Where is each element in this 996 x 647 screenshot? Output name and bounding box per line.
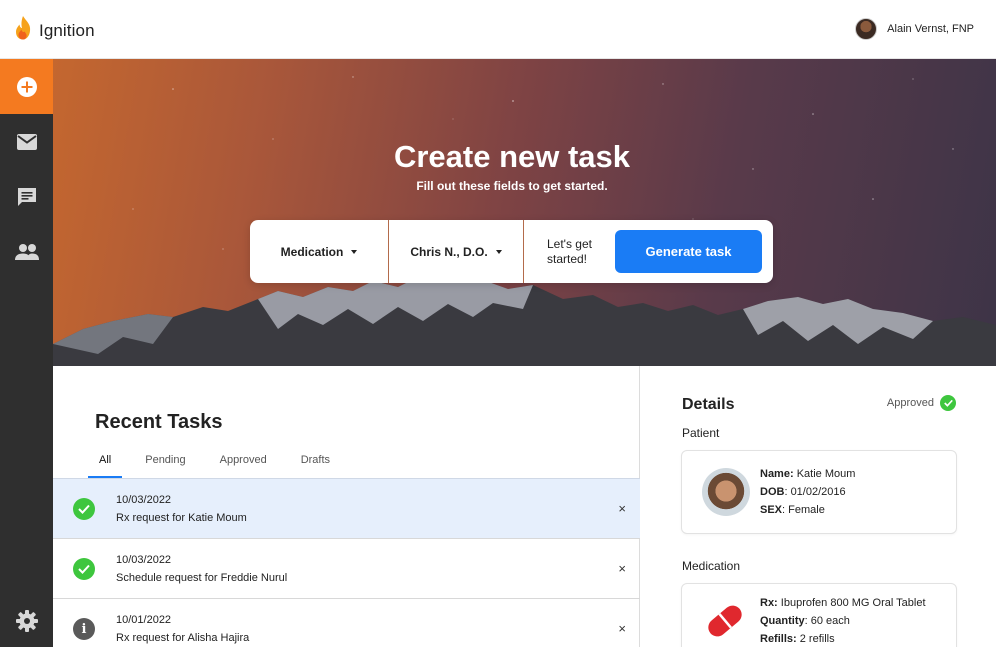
sidebar-item-messages[interactable] xyxy=(0,169,53,224)
flame-icon xyxy=(13,15,33,46)
task-description: Schedule request for Freddie Nurul xyxy=(116,572,288,584)
sidebar-item-people[interactable] xyxy=(0,224,53,279)
provider-value: Chris N., D.O. xyxy=(410,244,488,259)
task-date: 10/03/2022 xyxy=(116,554,172,566)
hero-banner: Create new task Fill out these fields to… xyxy=(53,59,996,366)
app-name: Ignition xyxy=(39,20,95,40)
check-icon xyxy=(73,558,95,580)
patient-card[interactable]: Name: Katie Moum DOB: 01/02/2016 SEX: Fe… xyxy=(681,450,957,534)
sidebar-item-create[interactable] xyxy=(0,59,53,114)
hero-background-image xyxy=(53,76,996,366)
tab-all[interactable]: All xyxy=(88,452,123,478)
chevron-down-icon xyxy=(351,249,358,254)
mail-icon xyxy=(16,133,37,150)
recent-tasks-panel: Recent Tasks All Pending Approved Drafts… xyxy=(53,366,640,647)
table-row[interactable]: 10/03/2022 Rx request for Katie Moum × xyxy=(53,479,640,539)
task-type-select[interactable]: Medication xyxy=(250,220,389,283)
table-row[interactable]: 10/03/2022 Schedule request for Freddie … xyxy=(53,539,640,599)
create-task-bar: Medication Chris N., D.O. Let's get star… xyxy=(250,220,773,283)
logo[interactable]: Ignition xyxy=(13,15,95,46)
chat-icon xyxy=(17,187,36,206)
details-panel: Details Approved Patient Name: Katie Mou… xyxy=(641,366,996,647)
hero-subtitle: Fill out these fields to get started. xyxy=(416,179,608,193)
close-icon[interactable]: × xyxy=(618,501,626,516)
sidebar-item-settings[interactable] xyxy=(0,609,53,633)
generate-task-button[interactable]: Generate task xyxy=(615,230,762,273)
patient-label: Patient xyxy=(682,426,720,440)
add-icon xyxy=(16,76,37,97)
tab-approved[interactable]: Approved xyxy=(209,452,278,478)
check-icon xyxy=(73,498,95,520)
info-icon: i xyxy=(73,618,95,640)
pill-icon xyxy=(702,598,748,647)
patient-name: Name: Katie Moum xyxy=(760,468,856,480)
people-icon xyxy=(14,243,39,260)
patient-sex: SEX: Female xyxy=(760,504,825,516)
task-description: Rx request for Katie Moum xyxy=(116,512,247,524)
recent-tasks-title: Recent Tasks xyxy=(95,411,223,433)
check-icon xyxy=(940,395,956,411)
hero-title: Create new task xyxy=(393,139,631,174)
provider-select[interactable]: Chris N., D.O. xyxy=(389,220,524,283)
task-filter-tabs: All Pending Approved Drafts xyxy=(88,452,353,478)
task-hint: Let's get started! xyxy=(547,236,592,266)
status-text: Approved xyxy=(886,397,934,409)
medication-quantity: Quantity: 60 each xyxy=(760,615,850,627)
task-date: 10/01/2022 xyxy=(116,614,172,626)
patient-dob: DOB: 01/02/2016 xyxy=(760,486,846,498)
medication-rx: Rx: Ibuprofen 800 MG Oral Tablet xyxy=(760,597,926,609)
close-icon[interactable]: × xyxy=(618,561,626,576)
sidebar-item-mail[interactable] xyxy=(0,114,53,169)
top-bar: Ignition Alain Vernst, FNP xyxy=(0,0,996,59)
medication-refills: Refills: 2 refills xyxy=(760,633,835,645)
gear-icon xyxy=(15,610,38,632)
sidebar xyxy=(0,59,53,647)
medication-card[interactable]: Rx: Ibuprofen 800 MG Oral Tablet Quantit… xyxy=(681,583,957,647)
details-title: Details xyxy=(682,396,735,413)
patient-avatar xyxy=(702,468,750,516)
tab-pending[interactable]: Pending xyxy=(134,452,196,478)
task-date: 10/03/2022 xyxy=(116,494,172,506)
task-type-value: Medication xyxy=(280,244,344,259)
task-list: 10/03/2022 Rx request for Katie Moum × 1… xyxy=(53,478,640,647)
medication-label: Medication xyxy=(682,559,741,573)
user-menu[interactable]: Alain Vernst, FNP xyxy=(855,18,974,40)
chevron-down-icon xyxy=(495,249,502,254)
user-name: Alain Vernst, FNP xyxy=(887,23,974,35)
task-description: Rx request for Alisha Hajira xyxy=(116,632,250,644)
tab-drafts[interactable]: Drafts xyxy=(290,452,341,478)
status-badge: Approved xyxy=(887,395,956,411)
table-row[interactable]: i 10/01/2022 Rx request for Alisha Hajir… xyxy=(53,599,640,647)
avatar xyxy=(855,18,878,40)
close-icon[interactable]: × xyxy=(618,621,626,636)
